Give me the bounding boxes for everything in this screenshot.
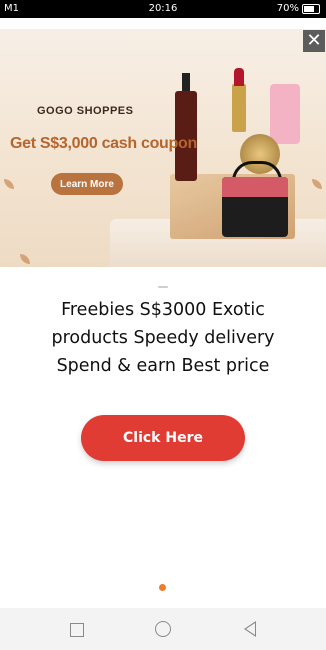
message-line: Spend & earn Best price bbox=[56, 356, 270, 376]
message-line: Freebies S$3000 Exotic bbox=[61, 300, 265, 320]
status-bar: M1 20:16 70% bbox=[0, 0, 326, 18]
ad-headline: Get S$3,000 cash coupon bbox=[10, 135, 197, 152]
leaf-decoration bbox=[4, 179, 14, 189]
battery-percent: 70% bbox=[276, 3, 299, 14]
battery-icon bbox=[302, 3, 320, 14]
recent-apps-icon[interactable] bbox=[70, 623, 84, 637]
ad-banner[interactable]: GOGO SHOPPES Get S$3,000 cash coupon Lea… bbox=[0, 29, 326, 267]
leaf-decoration bbox=[312, 179, 322, 189]
learn-more-button[interactable]: Learn More bbox=[51, 173, 123, 195]
click-here-button[interactable]: Click Here bbox=[81, 415, 245, 461]
ad-message: Freebies S$3000 Exotic products Speedy d… bbox=[20, 296, 306, 380]
leaf-decoration bbox=[20, 254, 30, 264]
home-icon[interactable] bbox=[155, 621, 171, 637]
handle-divider bbox=[158, 286, 168, 288]
perfume-image bbox=[270, 84, 300, 144]
handbag-image bbox=[222, 177, 288, 237]
message-line: products Speedy delivery bbox=[51, 328, 275, 348]
page-indicator-dot bbox=[159, 584, 166, 591]
ad-brand: GOGO SHOPPES bbox=[37, 105, 134, 117]
close-icon[interactable]: ✕ bbox=[303, 30, 325, 52]
back-icon[interactable] bbox=[244, 621, 256, 637]
lipstick-image bbox=[232, 68, 246, 132]
navigation-bar bbox=[0, 608, 326, 650]
status-right: 70% bbox=[277, 3, 320, 14]
